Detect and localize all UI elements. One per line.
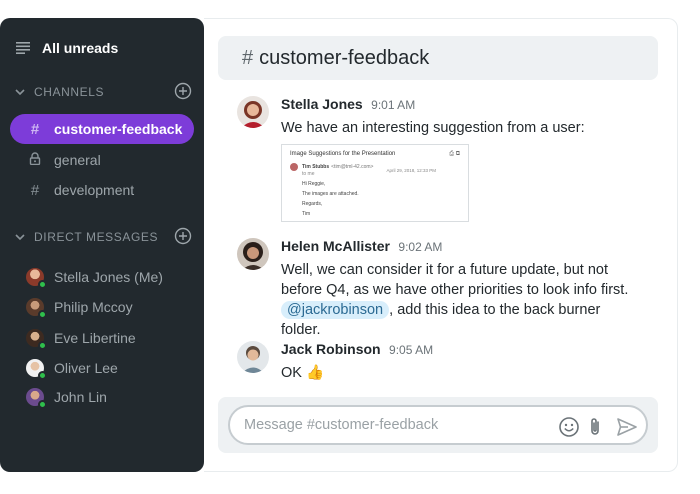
sidebar-item-development[interactable]: # development bbox=[10, 175, 194, 205]
avatar bbox=[26, 298, 47, 319]
message-time: 9:02 AM bbox=[398, 240, 443, 254]
direct-messages-heading: DIRECT MESSAGES bbox=[34, 230, 159, 244]
message-meta: Jack Robinson 9:05 AM bbox=[281, 341, 641, 359]
channel-label: customer-feedback bbox=[54, 121, 183, 137]
sidebar-item-general[interactable]: general bbox=[10, 145, 194, 175]
message-composer bbox=[228, 405, 648, 445]
dm-label: Stella Jones (Me) bbox=[54, 269, 163, 285]
chat-app: All unreads CHANNELS # customer-feedback bbox=[0, 18, 678, 472]
add-channel-icon[interactable] bbox=[174, 82, 192, 100]
attachment-preview[interactable]: Image Suggestions for the Presentation ⎙… bbox=[281, 144, 469, 222]
message-text-part: Well, we can consider it for a future up… bbox=[281, 262, 629, 298]
channels-section-header[interactable]: CHANNELS bbox=[14, 82, 192, 100]
channel-title: customer-feedback bbox=[259, 46, 430, 69]
channel-label: general bbox=[54, 152, 101, 168]
presence-dot bbox=[38, 341, 47, 350]
attachment-line: Hi Reggie, bbox=[302, 181, 326, 187]
hash-icon: # bbox=[30, 181, 40, 199]
presence-dot bbox=[38, 371, 47, 380]
attachment-line: Regards, bbox=[302, 201, 323, 207]
dm-label: John Lin bbox=[54, 389, 107, 405]
avatar bbox=[26, 359, 47, 380]
sidebar-item-stella-jones[interactable]: Stella Jones (Me) bbox=[26, 268, 163, 289]
dm-label: Oliver Lee bbox=[54, 360, 118, 376]
user-mention[interactable]: @jackrobinson bbox=[281, 301, 390, 319]
attachment-line: The images are attached. bbox=[302, 191, 359, 197]
avatar bbox=[290, 163, 298, 171]
message-author[interactable]: Helen McAllister bbox=[281, 238, 390, 254]
avatar[interactable] bbox=[237, 238, 269, 270]
message-author[interactable]: Stella Jones bbox=[281, 96, 363, 112]
attachment-title: Image Suggestions for the Presentation bbox=[290, 151, 396, 157]
lock-icon bbox=[28, 151, 42, 169]
dm-label: Eve Libertine bbox=[54, 330, 136, 346]
attachment-toolbar-icons: ⎙ ⧉ bbox=[449, 151, 460, 157]
composer-area bbox=[218, 397, 658, 453]
attachment-sender-email: <tim@tml-42.com> bbox=[331, 164, 374, 170]
avatar bbox=[26, 388, 47, 409]
message-text: OK 👍 bbox=[281, 365, 325, 381]
attachment-to: to me bbox=[302, 171, 315, 177]
message-text: We have an interesting suggestion from a… bbox=[281, 120, 585, 136]
hash-icon: # bbox=[30, 120, 40, 138]
sidebar-item-customer-feedback[interactable]: # customer-feedback bbox=[10, 114, 194, 144]
sidebar-item-oliver-lee[interactable]: Oliver Lee bbox=[26, 359, 118, 380]
emoji-icon[interactable] bbox=[558, 416, 580, 438]
chevron-down-icon bbox=[15, 89, 25, 96]
message-meta: Helen McAllister 9:02 AM bbox=[281, 238, 641, 256]
channel-label: development bbox=[54, 182, 135, 198]
presence-dot bbox=[38, 280, 47, 289]
list-icon bbox=[16, 42, 30, 54]
sidebar-item-eve-libertine[interactable]: Eve Libertine bbox=[26, 329, 136, 350]
message-author[interactable]: Jack Robinson bbox=[281, 341, 381, 357]
add-direct-message-icon[interactable] bbox=[174, 227, 192, 245]
attachment-line: Tim bbox=[302, 211, 311, 217]
hash-icon: # bbox=[242, 46, 254, 69]
sidebar-item-john-lin[interactable]: John Lin bbox=[26, 388, 107, 409]
dm-label: Philip Mccoy bbox=[54, 299, 133, 315]
presence-dot bbox=[38, 400, 47, 409]
avatar bbox=[26, 268, 47, 289]
avatar bbox=[26, 329, 47, 350]
message-time: 9:05 AM bbox=[389, 343, 434, 357]
avatar[interactable] bbox=[237, 96, 269, 128]
sidebar-item-philip-mccoy[interactable]: Philip Mccoy bbox=[26, 298, 133, 319]
attachment-date: April 29, 2018, 12:33 PM bbox=[386, 168, 436, 173]
chevron-down-icon bbox=[15, 234, 25, 241]
message-time: 9:01 AM bbox=[371, 98, 416, 112]
presence-dot bbox=[38, 310, 47, 319]
sidebar: All unreads CHANNELS # customer-feedback bbox=[0, 18, 204, 472]
channels-heading: CHANNELS bbox=[34, 85, 105, 99]
all-unreads-label: All unreads bbox=[42, 40, 119, 56]
channel-header: # customer-feedback bbox=[218, 36, 658, 80]
message-input[interactable] bbox=[244, 417, 534, 433]
message-meta: Stella Jones 9:01 AM bbox=[281, 96, 641, 114]
all-unreads-link[interactable]: All unreads bbox=[16, 40, 118, 56]
send-icon[interactable] bbox=[616, 416, 638, 438]
avatar[interactable] bbox=[237, 341, 269, 373]
message-text: Well, we can consider it for a future up… bbox=[281, 260, 641, 340]
attachment-sender: Tim Stubbs bbox=[302, 164, 330, 170]
paperclip-icon[interactable] bbox=[584, 416, 606, 438]
conversation-panel: # customer-feedback Stella Jones 9:01 AM… bbox=[204, 18, 678, 472]
direct-messages-section-header[interactable]: DIRECT MESSAGES bbox=[14, 227, 192, 245]
